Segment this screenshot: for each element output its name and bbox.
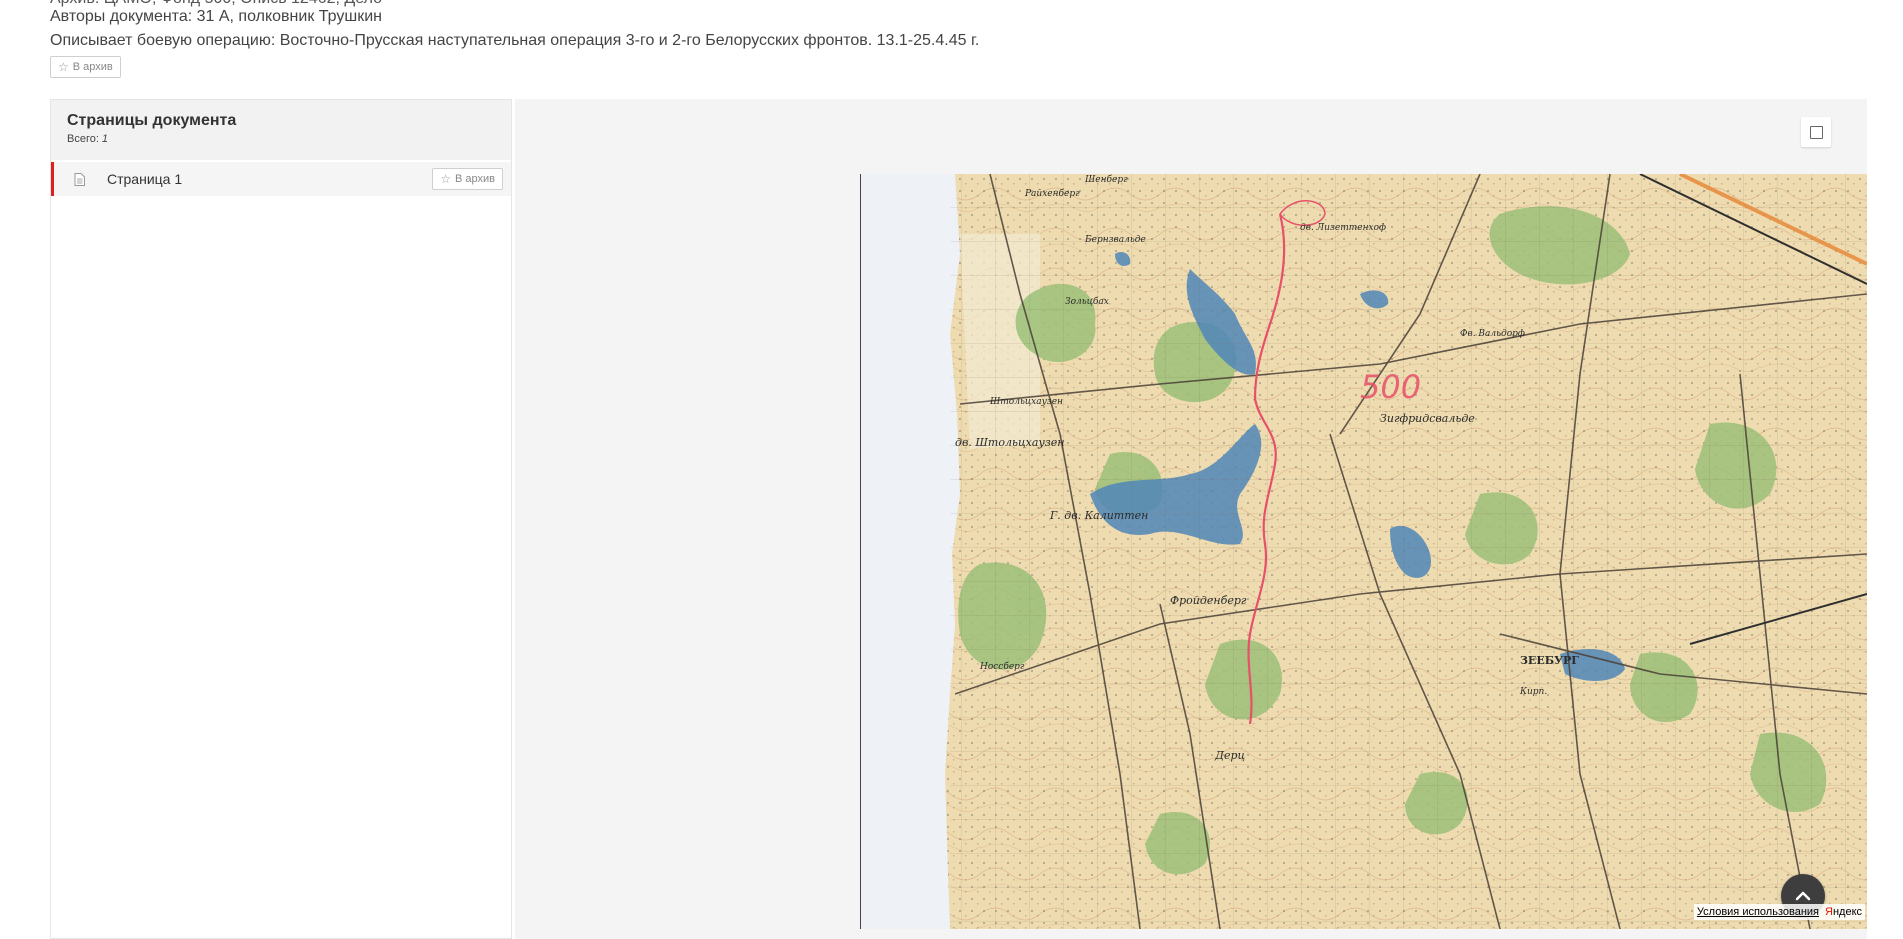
page-add-to-archive-button[interactable]: ☆ В архив: [432, 168, 503, 190]
map-label-froidenberg: Фройденберг: [1170, 594, 1247, 607]
terms-of-use-link[interactable]: Условия использования: [1697, 906, 1819, 918]
star-icon: ☆: [440, 172, 451, 186]
map-label-nossberg: Носсберг: [979, 661, 1025, 672]
pages-total: Всего: 1: [67, 133, 495, 145]
document-authors: Авторы документа: 31 А, полковник Трушки…: [50, 8, 382, 25]
map-label-de-stoltshausen: дв. Штольцхаузен: [955, 436, 1065, 449]
map-label-stoltshausen: Штольцхаузен: [989, 397, 1063, 407]
page-archive-button-label: В архив: [455, 173, 495, 185]
map-label-bornzbdt: Бернзвальде: [1084, 235, 1146, 245]
scanned-map: Райхенберг Шенберг Бернзвальде Зольцбах …: [860, 174, 1867, 929]
map-label-red-mark: 500: [1360, 368, 1421, 406]
document-pages-panel: Страницы документа Всего: 1 Страница 1 ☆ …: [50, 99, 512, 939]
document-archive-line: Архив: ЦАМО, Фонд 500, Опись 12462, Дело: [50, 0, 382, 8]
page-list-item[interactable]: Страница 1 ☆ В архив: [51, 162, 511, 196]
add-to-archive-button[interactable]: ☆ В архив: [50, 56, 121, 78]
map-label-soltsbach: Зольцбах: [1065, 296, 1109, 307]
map-label-voldorf: Фв. Вальдорф: [1460, 329, 1525, 339]
pages-total-label: Всего:: [67, 133, 99, 145]
page-list-item-label: Страница 1: [107, 171, 183, 187]
map-label-rayhenberg: Райхенберг: [1024, 188, 1080, 199]
yandex-logo: Яндекс: [1825, 906, 1862, 918]
document-page-icon: [74, 172, 85, 186]
map-label-zeeburg: ЗЕЕБУРГ: [1520, 654, 1579, 667]
document-operation: Описывает боевую операцию: Восточно-Прус…: [50, 32, 980, 49]
map-label-kalitten: Г. дв. Калиттен: [1049, 509, 1148, 522]
map-label-kirp: Кирп.: [1519, 687, 1547, 697]
document-map-image[interactable]: Райхенберг Шенберг Бернзвальде Зольцбах …: [860, 174, 1867, 929]
map-attribution: Условия использования Яндекс: [1693, 904, 1865, 920]
pages-panel-title: Страницы документа: [67, 112, 237, 129]
pages-total-value: 1: [101, 133, 109, 145]
archive-button-label: В архив: [72, 61, 113, 73]
document-viewer[interactable]: Райхенберг Шенберг Бернзвальде Зольцбах …: [515, 99, 1867, 939]
pages-panel-header: Страницы документа Всего: 1: [51, 100, 511, 160]
fullscreen-icon: [1809, 125, 1823, 139]
map-label-zigfridswalde: Зигфридсвальде: [1380, 412, 1475, 425]
chevron-up-icon: [1795, 891, 1811, 901]
map-label-derz: Дерц: [1214, 749, 1245, 762]
map-label-schonberg: Шенберг: [1084, 174, 1128, 185]
star-icon: ☆: [58, 60, 69, 74]
map-label-lizettenhof: дв. Лизеттенхоф: [1300, 223, 1386, 233]
fullscreen-toggle-button[interactable]: [1801, 117, 1831, 147]
